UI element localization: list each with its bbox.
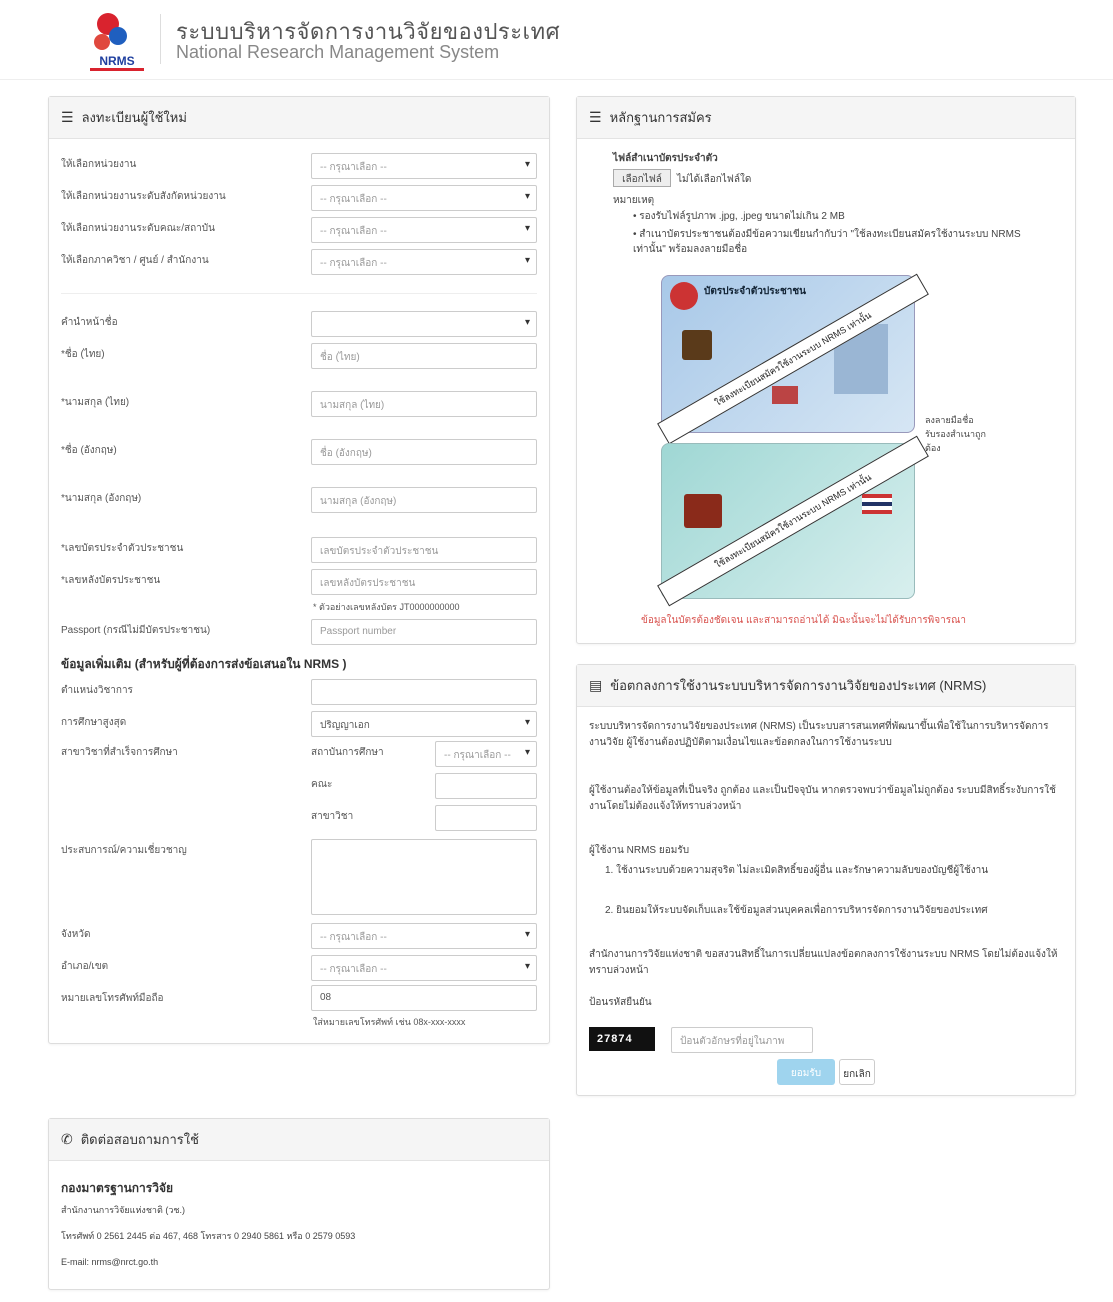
terms-paragraph-1: ระบบบริหารจัดการงานวิจัยของประเทศ (NRMS)…: [589, 721, 1049, 748]
laser-input[interactable]: เลขหลังบัตรประชาชน: [311, 569, 537, 595]
degree-institution-label: สถาบันการศึกษา: [311, 747, 384, 758]
card-emblem: [670, 282, 698, 310]
card-back-chip: [684, 494, 722, 528]
captcha-input[interactable]: ป้อนตัวอักษรที่อยู่ในภาพ: [671, 1027, 813, 1053]
terms-title: ข้อตกลงการใช้งานระบบบริหารจัดการงานวิจัย…: [610, 678, 987, 693]
note-item-2: • สำเนาบัตรประชาชนต้องมีข้อความเขียนกำกั…: [633, 229, 1021, 255]
district-select[interactable]: -- กรุณาเลือก --: [311, 955, 537, 981]
register-panel: ☰ ลงทะเบียนผู้ใช้ใหม่ ให้เลือกหน่วยงาน -…: [48, 96, 550, 1044]
site-title-english: National Research Management System: [176, 42, 500, 62]
laser-label: *เลขหลังบัตรประชาชน: [61, 575, 161, 586]
surname-en-input[interactable]: นามสกุล (อังกฤษ): [311, 487, 537, 513]
province-select[interactable]: -- กรุณาเลือก --: [311, 923, 537, 949]
card-chip: [682, 330, 712, 360]
document-icon: ▤: [589, 677, 603, 693]
terms-item-1: 1. ใช้งานระบบด้วยความสุจริต ไม่ละเมิดสิท…: [605, 865, 989, 876]
id-input[interactable]: เลขบัตรประจำตัวประชาชน: [311, 537, 537, 563]
phone-input[interactable]: 08: [311, 985, 537, 1011]
name-th-input[interactable]: ชื่อ (ไทย): [311, 343, 537, 369]
name-th-label: *ชื่อ (ไทย): [61, 349, 105, 360]
passport-input[interactable]: Passport number: [311, 619, 537, 645]
evidence-warning: ข้อมูลในบัตรต้องชัดเจน และสามารถอ่านได้ …: [641, 615, 967, 626]
upload-label: ไฟล์สำเนาบัตรประจำตัว: [613, 153, 718, 164]
position-input[interactable]: [311, 679, 537, 705]
phone-help: ใส่หมายเลขโทรศัพท์ เช่น 08x-xxx-xxxx: [313, 1017, 466, 1027]
card-header-text: บัตรประจำตัวประชาชน: [704, 286, 807, 297]
choose-file-button[interactable]: เลือกไฟล์: [613, 169, 671, 187]
terms-panel-heading: ▤ ข้อตกลงการใช้งานระบบบริหารจัดการงานวิจ…: [577, 665, 1075, 707]
nrms-logo: NRMS: [88, 10, 146, 72]
terms-item-2: 2. ยินยอมให้ระบบจัดเก็บและใช้ข้อมูลส่วนบ…: [605, 905, 988, 916]
field-label: ให้เลือกภาควิชา / ศูนย์ / สำนักงาน: [61, 255, 209, 266]
title-prefix-select[interactable]: [311, 311, 537, 337]
degree-faculty-input[interactable]: [435, 773, 537, 799]
logo-text: NRMS: [99, 54, 134, 68]
department-select[interactable]: -- กรุณาเลือก --: [311, 249, 537, 275]
agency-select[interactable]: -- กรุณาเลือก --: [311, 153, 537, 179]
terms-panel: ▤ ข้อตกลงการใช้งานระบบบริหารจัดการงานวิจ…: [576, 664, 1076, 1096]
evidence-panel: ☰ หลักฐานการสมัคร ไฟล์สำเนาบัตรประจำตัว …: [576, 96, 1076, 644]
site-header: NRMS ระบบบริหารจัดการงานวิจัยของประเทศ N…: [0, 0, 1113, 80]
side-note: ลงลายมือชื่อ รับรองสำเนาถูกต้อง: [925, 415, 986, 453]
evidence-title: หลักฐานการสมัคร: [609, 110, 712, 125]
expertise-textarea[interactable]: [311, 839, 537, 915]
terms-subheading: ผู้ใช้งาน NRMS ยอมรับ: [589, 845, 690, 856]
contact-title: ติดต่อสอบถามการใช้: [80, 1132, 199, 1147]
name-en-label: *ชื่อ (อังกฤษ): [61, 445, 117, 456]
captcha-label: ป้อนรหัสยืนยัน: [589, 997, 652, 1008]
extra-section-title: ข้อมูลเพิ่มเติม (สำหรับผู้ที่ต้องการส่งข…: [61, 657, 347, 671]
list-icon: ☰: [589, 109, 602, 125]
phone-icon: ✆: [61, 1131, 73, 1147]
province-label: จังหวัด: [61, 929, 91, 940]
district-label: อำเภอ/เขต: [61, 961, 109, 972]
degree-faculty-label: คณะ: [311, 779, 333, 790]
terms-paragraph-3: สำนักงานการวิจัยแห่งชาติ ขอสงวนสิทธิ์ในก…: [589, 949, 1058, 976]
note-item-1: • รองรับไฟล์รูปภาพ .jpg, .jpeg ขนาดไม่เก…: [633, 211, 845, 222]
surname-th-input[interactable]: นามสกุล (ไทย): [311, 391, 537, 417]
register-panel-heading: ☰ ลงทะเบียนผู้ใช้ใหม่: [49, 97, 549, 139]
expertise-label: ประสบการณ์/ความเชี่ยวชาญ: [61, 845, 187, 856]
contact-org-sub: สำนักงานการวิจัยแห่งชาติ (วช.): [61, 1205, 185, 1215]
no-file-text: ไม่ได้เลือกไฟล์ใด: [677, 174, 752, 185]
name-en-input[interactable]: ชื่อ (อังกฤษ): [311, 439, 537, 465]
terms-paragraph-2: ผู้ใช้งานต้องให้ข้อมูลที่เป็นจริง ถูกต้อ…: [589, 785, 1056, 812]
field-label: ให้เลือกหน่วยงานระดับคณะ/สถาบัน: [61, 223, 215, 234]
cancel-button[interactable]: ยกเลิก: [839, 1059, 875, 1085]
surname-th-label: *นามสกุล (ไทย): [61, 397, 130, 408]
laser-help: * ตัวอย่างเลขหลังบัตร JT0000000000: [313, 602, 460, 612]
sub-agency-select[interactable]: -- กรุณาเลือก --: [311, 185, 537, 211]
faculty-select[interactable]: -- กรุณาเลือก --: [311, 217, 537, 243]
header-divider: [160, 14, 161, 64]
contact-phone: โทรศัพท์ 0 2561 2445 ต่อ 467, 468 โทรสาร…: [61, 1231, 356, 1241]
field-label: ให้เลือกหน่วยงาน: [61, 159, 137, 170]
passport-label: Passport (กรณีไม่มีบัตรประชาชน): [61, 625, 211, 636]
card-back-flag: [862, 494, 892, 514]
degree-institution-select[interactable]: -- กรุณาเลือก --: [435, 741, 537, 767]
divider: [61, 293, 537, 294]
accept-button[interactable]: ยอมรับ: [777, 1059, 835, 1085]
education-select[interactable]: ปริญญาเอก: [311, 711, 537, 737]
id-label: *เลขบัตรประจำตัวประชาชน: [61, 543, 184, 554]
list-icon: ☰: [61, 109, 74, 125]
contact-email: E-mail: nrms@nrct.go.th: [61, 1257, 159, 1267]
contact-org: กองมาตรฐานการวิจัย: [61, 1181, 174, 1195]
position-label: ตำแหน่งวิชาการ: [61, 685, 133, 696]
register-title: ลงทะเบียนผู้ใช้ใหม่: [81, 110, 187, 125]
title-prefix-label: คำนำหน้าชื่อ: [61, 317, 118, 328]
evidence-panel-heading: ☰ หลักฐานการสมัคร: [577, 97, 1075, 139]
degree-major-input[interactable]: [435, 805, 537, 831]
captcha-image: 27874: [589, 1027, 655, 1051]
surname-en-label: *นามสกุล (อังกฤษ): [61, 493, 142, 504]
contact-panel: ✆ ติดต่อสอบถามการใช้ กองมาตรฐานการวิจัย …: [48, 1118, 550, 1290]
education-label: การศึกษาสูงสุด: [61, 717, 127, 728]
contact-panel-heading: ✆ ติดต่อสอบถามการใช้: [49, 1119, 549, 1161]
card-flag: [772, 386, 798, 404]
field-label: ให้เลือกหน่วยงานระดับสังกัดหน่วยงาน: [61, 191, 226, 202]
note-heading: หมายเหตุ: [613, 195, 655, 206]
phone-label: หมายเลขโทรศัพท์มือถือ: [61, 993, 164, 1004]
degree-label: สาขาวิชาที่สำเร็จการศึกษา: [61, 747, 178, 758]
degree-major-label: สาขาวิชา: [311, 811, 354, 822]
